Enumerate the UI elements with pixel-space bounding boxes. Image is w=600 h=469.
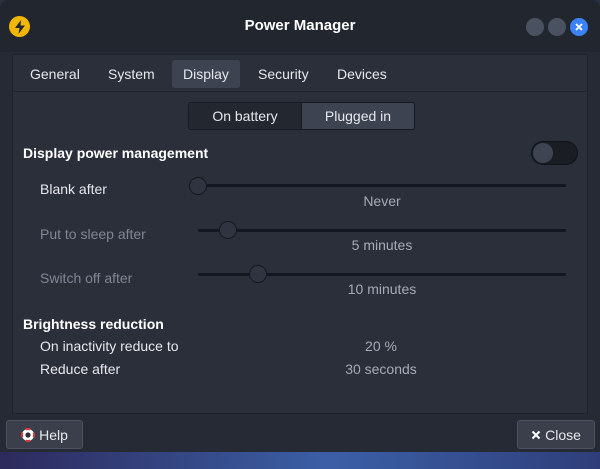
sleep-after-slider[interactable] (198, 229, 566, 232)
desktop-background (0, 452, 600, 469)
help-button-label: Help (39, 426, 68, 443)
title-bar[interactable]: Power Manager (0, 0, 600, 52)
power-mode-toggle: On battery Plugged in (188, 102, 415, 130)
tab-devices[interactable]: Devices (326, 60, 398, 88)
switch-off-after-value: 10 minutes (347, 281, 417, 297)
close-icon (531, 430, 541, 440)
close-window-button[interactable] (570, 18, 588, 36)
plugged-in-button[interactable]: Plugged in (301, 103, 414, 129)
close-button[interactable]: Close (517, 420, 595, 449)
blank-after-value: Never (363, 193, 401, 209)
close-button-label: Close (545, 426, 581, 443)
switch-off-after-label: Switch off after (40, 270, 133, 286)
sleep-after-value: 5 minutes (351, 237, 413, 253)
on-battery-button[interactable]: On battery (189, 103, 301, 129)
inactivity-reduce-value[interactable]: 20 % (281, 338, 481, 354)
blank-after-label: Blank after (40, 181, 107, 197)
minimize-button[interactable] (526, 18, 544, 36)
reduce-after-label: Reduce after (40, 361, 121, 377)
power-manager-window: Power Manager General System Display Sec… (0, 0, 600, 469)
tab-security[interactable]: Security (247, 60, 320, 88)
sleep-after-label: Put to sleep after (40, 226, 146, 242)
maximize-button[interactable] (548, 18, 566, 36)
help-button[interactable]: Help (6, 420, 83, 449)
brightness-reduction-heading: Brightness reduction (23, 316, 164, 332)
tab-bar: General System Display Security Devices (12, 54, 588, 91)
switch-knob (533, 143, 553, 163)
reduce-after-value[interactable]: 30 seconds (281, 361, 481, 377)
lifebuoy-icon (21, 427, 36, 442)
display-tab-content: On battery Plugged in Display power mana… (12, 91, 588, 414)
blank-after-slider[interactable] (198, 184, 566, 187)
tab-general[interactable]: General (19, 60, 91, 88)
window-title: Power Manager (244, 17, 356, 34)
tab-display[interactable]: Display (172, 60, 240, 88)
close-icon (575, 23, 583, 31)
display-power-management-switch[interactable] (531, 141, 578, 165)
tab-system[interactable]: System (97, 60, 166, 88)
display-power-management-heading: Display power management (23, 145, 209, 161)
inactivity-reduce-label: On inactivity reduce to (40, 338, 179, 354)
